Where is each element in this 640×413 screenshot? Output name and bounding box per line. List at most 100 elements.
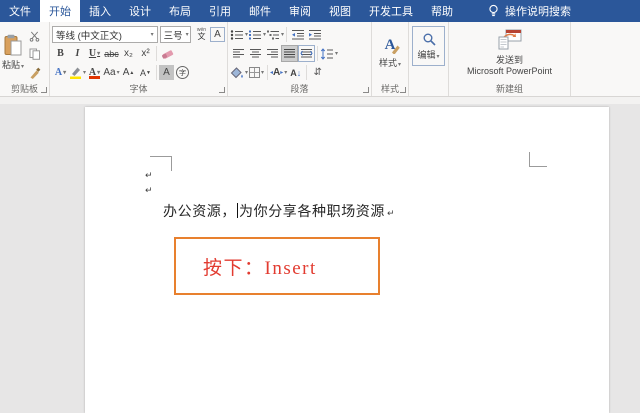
body-text-line[interactable]: 办公资源， 为你分享各种职场资源 ↵ [163, 201, 395, 221]
tell-me-label: 操作说明搜索 [505, 6, 571, 18]
font-size-dropdown-arrow: ▾ [185, 32, 189, 38]
clear-formatting-button[interactable] [159, 45, 176, 62]
font-group-label-text: 字体 [129, 84, 148, 94]
highlight-color-button[interactable] [69, 64, 86, 81]
clipboard-dialog-launcher[interactable] [41, 87, 47, 93]
align-right-button[interactable] [264, 45, 281, 62]
format-painter-button[interactable] [26, 64, 43, 81]
insert-text-box[interactable]: 按下：Insert [174, 237, 380, 295]
text-effects-button[interactable]: A [52, 64, 69, 81]
tab-review[interactable]: 审阅 [280, 0, 320, 22]
paragraph-dialog-launcher[interactable] [363, 87, 369, 93]
ribbon-bottom-strip [0, 97, 640, 104]
paste-button[interactable]: 粘贴 [0, 25, 26, 80]
strikethrough-button[interactable]: abc [103, 45, 120, 62]
format-painter-icon [30, 67, 40, 79]
line-spacing-button[interactable] [320, 45, 338, 62]
subscript-button[interactable]: x₂ [120, 45, 137, 62]
tab-references[interactable]: 引用 [200, 0, 240, 22]
enclose-characters-icon: 字 [176, 66, 190, 79]
borders-grid-icon [249, 67, 260, 78]
styles-button[interactable]: A 样式 [372, 25, 408, 80]
para-row1-divider [286, 27, 288, 42]
copy-button[interactable] [26, 46, 43, 63]
sort-icon: A ↓ [290, 67, 302, 78]
para-row3-divider [267, 65, 269, 80]
superscript-button[interactable]: x² [137, 45, 154, 62]
shrink-font-button[interactable]: A ▼ [137, 64, 154, 81]
send-to-powerpoint-icon [498, 29, 521, 50]
font-name-dropdown-arrow: ▾ [150, 32, 154, 38]
send-to-powerpoint-button[interactable]: 发送到 Microsoft PowerPoint [463, 25, 556, 80]
multilevel-list-button[interactable] [266, 26, 284, 43]
distribute-text-icon [300, 49, 313, 58]
magnifier-icon [423, 33, 436, 46]
font-size-combo[interactable]: 三号 ▾ [159, 26, 191, 43]
copy-icon [29, 48, 40, 61]
phonetic-guide-button[interactable]: wén 文 [193, 26, 210, 43]
decrease-indent-button[interactable] [289, 26, 306, 43]
document-area: ↵ ↵ 办公资源， 为你分享各种职场资源 ↵ 按下：Insert [0, 104, 640, 413]
align-center-icon [250, 49, 261, 58]
bullets-icon [230, 29, 243, 40]
send-button-line2: Microsoft PowerPoint [466, 66, 553, 76]
editing-button-label: 编辑 [417, 48, 439, 61]
ribbon-tab-bar: 文件 开始 插入 设计 布局 引用 邮件 审阅 视图 开发工具 帮助 操作说明搜… [0, 0, 640, 22]
text-after-cursor: 为你分享各种职场资源 [239, 203, 385, 219]
borders-button[interactable] [248, 64, 265, 81]
tab-file[interactable]: 文件 [0, 0, 40, 22]
bullets-button[interactable] [230, 26, 248, 43]
tab-design[interactable]: 设计 [120, 0, 160, 22]
font-name-combo[interactable]: 等线 (中文正文) ▾ [52, 26, 158, 43]
show-hide-marks-button[interactable]: ⇵ [309, 64, 326, 81]
font-color-button[interactable]: A [86, 64, 103, 81]
underline-button[interactable]: U [86, 45, 103, 62]
eraser-icon [161, 49, 174, 59]
margin-corner-mark-right [529, 152, 547, 167]
tell-me-search[interactable]: 操作说明搜索 [480, 0, 579, 22]
para-row2-divider [317, 46, 318, 61]
character-shading-button[interactable]: A [159, 65, 175, 80]
new-group-label-text: 新建组 [495, 84, 523, 94]
font-group-label: 字体 [50, 82, 227, 96]
increase-indent-button[interactable] [306, 26, 323, 43]
align-center-button[interactable] [247, 45, 264, 62]
change-case-button[interactable]: Aa [103, 64, 120, 81]
distribute-text-button[interactable] [298, 45, 315, 62]
font-dialog-launcher[interactable] [219, 87, 225, 93]
sort-button[interactable]: A ↓ [287, 64, 304, 81]
decrease-indent-icon [291, 29, 304, 39]
text-before-cursor: 办公资源， [163, 203, 236, 219]
tab-view[interactable]: 视图 [320, 0, 360, 22]
asian-layout-button[interactable]: ◂ A ▸ [270, 64, 287, 81]
word-window: 文件 开始 插入 设计 布局 引用 邮件 审阅 视图 开发工具 帮助 操作说明搜… [0, 0, 640, 413]
shading-button[interactable] [230, 64, 248, 81]
grow-font-button[interactable]: A ▲ [120, 64, 137, 81]
document-page[interactable]: ↵ ↵ 办公资源， 为你分享各种职场资源 ↵ 按下：Insert [85, 107, 609, 413]
align-left-button[interactable] [230, 45, 247, 62]
bold-button[interactable]: B [52, 45, 69, 62]
tab-insert[interactable]: 插入 [80, 0, 120, 22]
tab-home[interactable]: 开始 [40, 0, 80, 22]
enclose-characters-button[interactable]: 字 [174, 64, 191, 81]
new-group-label: 新建组 [449, 82, 570, 96]
justify-button[interactable] [281, 45, 298, 62]
character-border-button[interactable]: A [210, 27, 225, 42]
grow-arrow-icon: ▲ [129, 69, 135, 76]
line-spacing-icon [320, 47, 333, 60]
tab-help[interactable]: 帮助 [422, 0, 462, 22]
font-name-value: 等线 (中文正文) [56, 30, 122, 42]
cut-button[interactable] [26, 28, 43, 45]
editing-button[interactable]: 编辑 [412, 26, 445, 66]
styles-dialog-launcher[interactable] [400, 87, 406, 93]
tab-mailings[interactable]: 邮件 [240, 0, 280, 22]
phonetic-hanzi-text: 文 [197, 32, 206, 41]
tab-layout[interactable]: 布局 [160, 0, 200, 22]
paragraph-mark: ↵ [145, 185, 153, 195]
clipboard-group-label-text: 剪贴板 [10, 84, 38, 94]
styles-group-label-text: 样式 [380, 84, 399, 94]
italic-button[interactable]: I [69, 45, 86, 62]
numbering-button[interactable] [248, 26, 266, 43]
font-row3-divider [156, 65, 158, 80]
tab-developer[interactable]: 开发工具 [360, 0, 422, 22]
